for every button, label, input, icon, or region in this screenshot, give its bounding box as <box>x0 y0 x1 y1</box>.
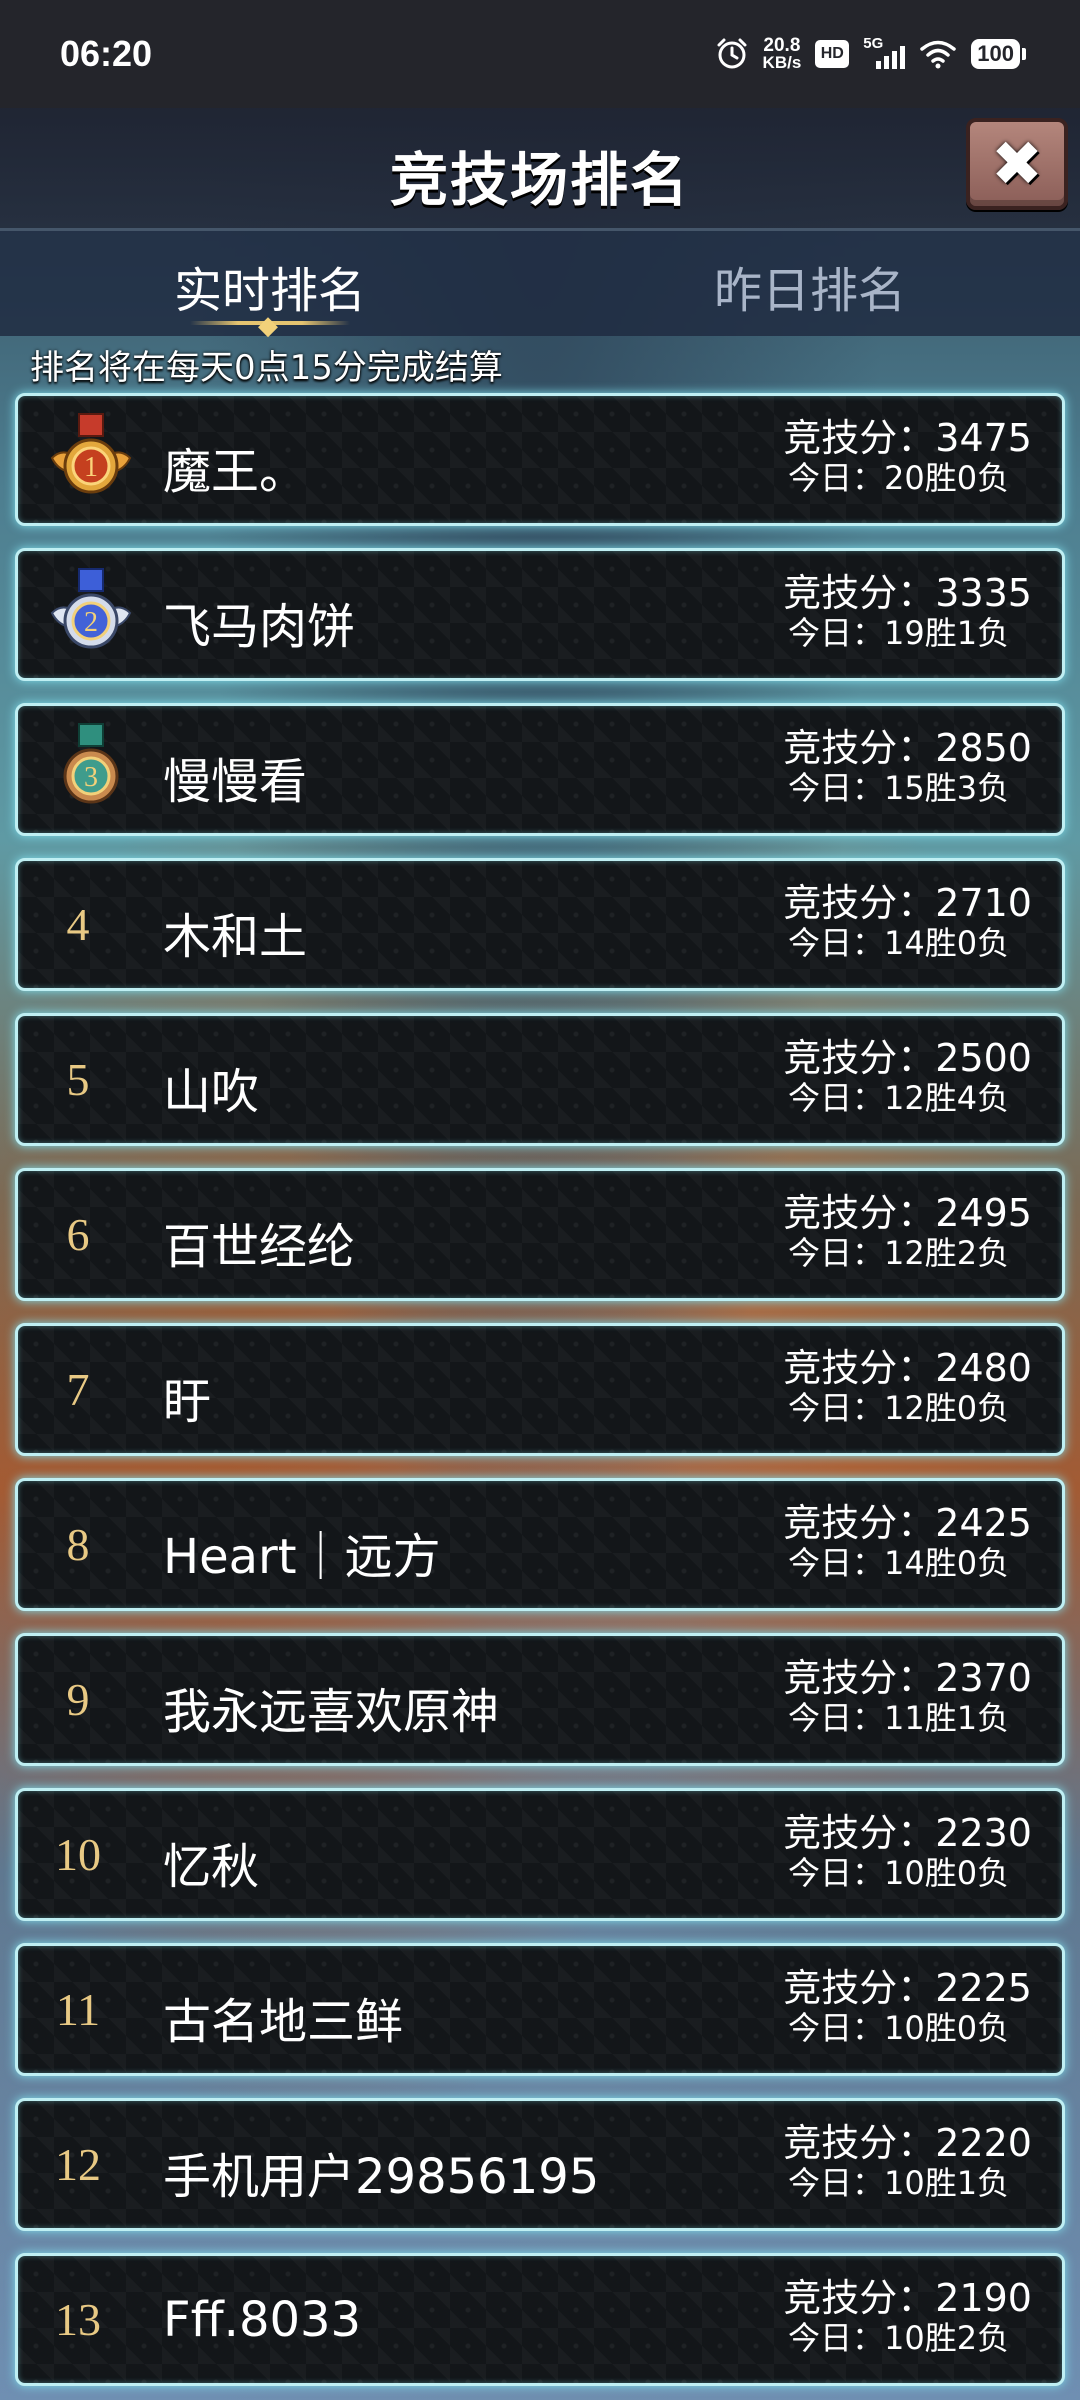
ranking-row[interactable]: 10 忆秋 竞技分：2230 今日：10胜0负 <box>15 1788 1065 1921</box>
player-name: 忆秋 <box>163 1839 260 1895</box>
status-bar: 06:20 20.8 KB/s HD 5G 100 <box>0 0 1080 108</box>
ranking-row[interactable]: 3 慢慢看 竞技分：2850 今日：15胜3负 <box>15 703 1065 836</box>
ranking-row[interactable]: 11 古名地三鲜 竞技分：2225 今日：10胜0负 <box>15 1943 1065 2076</box>
signal-5g-icon: 5G <box>863 35 906 71</box>
ranking-row[interactable]: 9 我永远喜欢原神 竞技分：2370 今日：11胜1负 <box>15 1633 1065 1766</box>
wifi-icon <box>919 39 957 69</box>
rank-number: 6 <box>66 1209 90 1260</box>
battery-icon: 100 <box>971 39 1026 69</box>
today-record: 今日：11胜1负 <box>788 1699 1010 1737</box>
header: 竞技场排名 ✖ <box>0 108 1080 231</box>
ranking-row[interactable]: 5 山吹 竞技分：2500 今日：12胜4负 <box>15 1013 1065 1146</box>
today-record: 今日：14胜0负 <box>788 1544 1010 1582</box>
player-name: 盱 <box>163 1374 212 1430</box>
rank-number: 7 <box>66 1364 90 1415</box>
rank-number: 8 <box>66 1519 90 1570</box>
arena-score: 竞技分：2425 <box>783 1501 1032 1545</box>
network-speed: 20.8 KB/s <box>762 35 802 72</box>
player-name: 山吹 <box>163 1064 260 1120</box>
close-button[interactable]: ✖ <box>966 118 1068 210</box>
active-tab-ornament-icon: ◆ <box>258 311 278 341</box>
medal-number-label: 2 <box>84 607 98 638</box>
player-name: Heart｜远方 <box>163 1529 441 1585</box>
arena-score: 竞技分：3335 <box>783 571 1032 615</box>
today-record: 今日：19胜1负 <box>788 614 1010 652</box>
status-time: 06:20 <box>60 33 153 74</box>
ranking-row[interactable]: 8 Heart｜远方 竞技分：2425 今日：14胜0负 <box>15 1478 1065 1611</box>
today-record: 今日：12胜0负 <box>788 1389 1010 1427</box>
arena-score: 竞技分：2230 <box>783 1811 1032 1855</box>
settlement-notice: 排名将在每天0点15分完成结算 <box>30 348 503 388</box>
arena-score: 竞技分：3475 <box>783 416 1032 460</box>
medal-number-label: 1 <box>84 452 98 483</box>
player-name: 魔王。 <box>163 444 308 500</box>
player-name: 慢慢看 <box>163 754 308 810</box>
ranking-row[interactable]: 1 魔王。 竞技分：3475 今日：20胜0负 <box>15 393 1065 526</box>
network-speed-unit: KB/s <box>762 53 802 72</box>
silver-medal-icon: 2 <box>50 568 132 649</box>
arena-score: 竞技分：2495 <box>783 1191 1032 1235</box>
close-icon: ✖ <box>991 127 1043 200</box>
player-name: 古名地三鲜 <box>163 1994 404 2050</box>
today-record: 今日：15胜3负 <box>788 769 1010 807</box>
rank-number: 9 <box>66 1674 90 1725</box>
page-title: 竞技场排名 <box>389 146 690 214</box>
status-icons: 20.8 KB/s HD 5G 100 <box>715 35 1026 72</box>
rank-number: 10 <box>55 1829 101 1880</box>
today-record: 今日：12胜2负 <box>788 1234 1010 1272</box>
arena-score: 竞技分：2500 <box>783 1036 1032 1080</box>
arena-score: 竞技分：2220 <box>783 2121 1032 2165</box>
player-name: Fff.8033 <box>163 2292 362 2348</box>
rank-number: 11 <box>55 1984 101 2035</box>
player-name: 木和土 <box>163 909 308 965</box>
rank-number: 12 <box>55 2139 101 2190</box>
medal-number-label: 3 <box>84 762 98 793</box>
arena-score: 竞技分：2710 <box>783 881 1032 925</box>
bronze-medal-icon: 3 <box>63 723 119 804</box>
ranking-row[interactable]: 6 百世经纶 竞技分：2495 今日：12胜2负 <box>15 1168 1065 1301</box>
ranking-row[interactable]: 12 手机用户29856195 竞技分：2220 今日：10胜1负 <box>15 2098 1065 2231</box>
signal-bars <box>876 46 906 69</box>
today-record: 今日：10胜1负 <box>788 2164 1010 2202</box>
alarm-icon <box>715 37 749 71</box>
arena-score: 竞技分：2225 <box>783 1966 1032 2010</box>
player-name: 手机用户29856195 <box>163 2149 600 2205</box>
arena-score: 竞技分：2370 <box>783 1656 1032 1700</box>
ranking-row[interactable]: 7 盱 竞技分：2480 今日：12胜0负 <box>15 1323 1065 1456</box>
today-record: 今日：12胜4负 <box>788 1079 1010 1117</box>
rank-number: 4 <box>66 899 90 950</box>
ranking-row[interactable]: 13 Fff.8033 竞技分：2190 今日：10胜2负 <box>15 2253 1065 2386</box>
today-record: 今日：10胜2负 <box>788 2319 1010 2357</box>
today-record: 今日：20胜0负 <box>788 459 1010 497</box>
network-speed-value: 20.8 <box>763 35 801 56</box>
tab-bar: 实时排名 昨日排名 ◆ <box>0 231 1080 340</box>
player-name: 我永远喜欢原神 <box>163 1684 500 1740</box>
gold-medal-icon: 1 <box>50 413 132 494</box>
player-name: 飞马肉饼 <box>163 599 356 655</box>
rank-number: 13 <box>55 2294 101 2345</box>
rank-number: 5 <box>66 1054 90 1105</box>
player-name: 百世经纶 <box>163 1219 356 1275</box>
hd-icon: HD <box>815 40 850 68</box>
arena-score: 竞技分：2850 <box>783 726 1032 770</box>
today-record: 今日：14胜0负 <box>788 924 1010 962</box>
ranking-row[interactable]: 2 飞马肉饼 竞技分：3335 今日：19胜1负 <box>15 548 1065 681</box>
arena-score: 竞技分：2480 <box>783 1346 1032 1390</box>
arena-score: 竞技分：2190 <box>783 2276 1032 2320</box>
today-record: 今日：10胜0负 <box>788 2009 1010 2047</box>
today-record: 今日：10胜0负 <box>788 1854 1010 1892</box>
tab-yesterday-ranking[interactable]: 昨日排名 <box>610 251 1010 321</box>
ranking-row[interactable]: 4 木和土 竞技分：2710 今日：14胜0负 <box>15 858 1065 991</box>
